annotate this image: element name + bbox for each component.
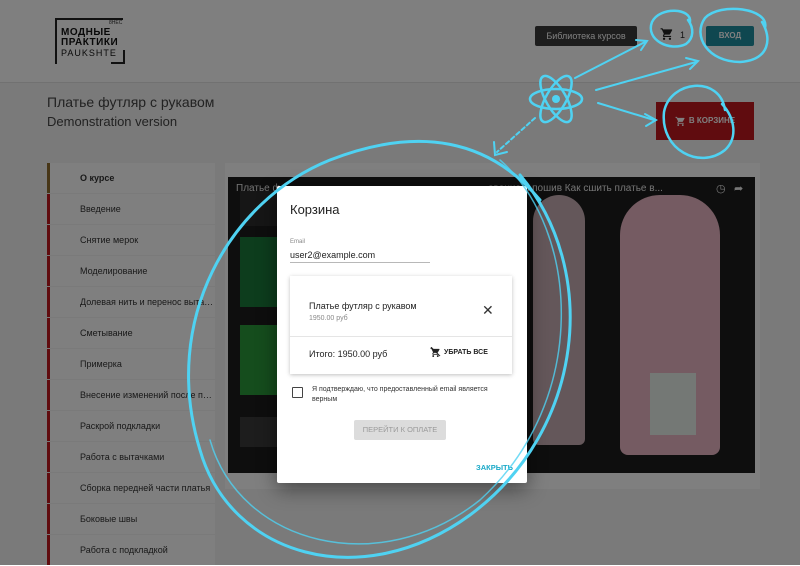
modal-title: Корзина <box>290 202 340 217</box>
cart-modal: Корзина Email Платье футляр с рукавом 19… <box>277 186 527 483</box>
cart-item-name: Платье футляр с рукавом <box>309 301 417 311</box>
confirm-email-text: Я подтверждаю, что предоставленный email… <box>312 386 488 403</box>
confirm-email-checkbox[interactable] <box>292 387 303 398</box>
proceed-to-payment-button[interactable]: ПЕРЕЙТИ К ОПЛАТЕ <box>354 420 446 440</box>
card-divider <box>290 336 512 337</box>
cart-items-card: Платье футляр с рукавом 1950.00 руб ✕ Ит… <box>290 276 512 374</box>
remove-cart-icon <box>430 346 441 358</box>
remove-item-icon[interactable]: ✕ <box>482 303 494 317</box>
clear-all-button[interactable]: УБРАТЬ ВСЕ <box>430 346 488 360</box>
close-button[interactable]: ЗАКРЫТЬ <box>476 463 513 472</box>
cart-item-price: 1950.00 руб <box>309 315 348 322</box>
email-label: Email <box>290 239 306 245</box>
email-input[interactable] <box>290 248 430 263</box>
cart-total: Итого: 1950.00 руб <box>309 349 388 359</box>
clear-all-label: УБРАТЬ ВСЕ <box>444 349 488 356</box>
